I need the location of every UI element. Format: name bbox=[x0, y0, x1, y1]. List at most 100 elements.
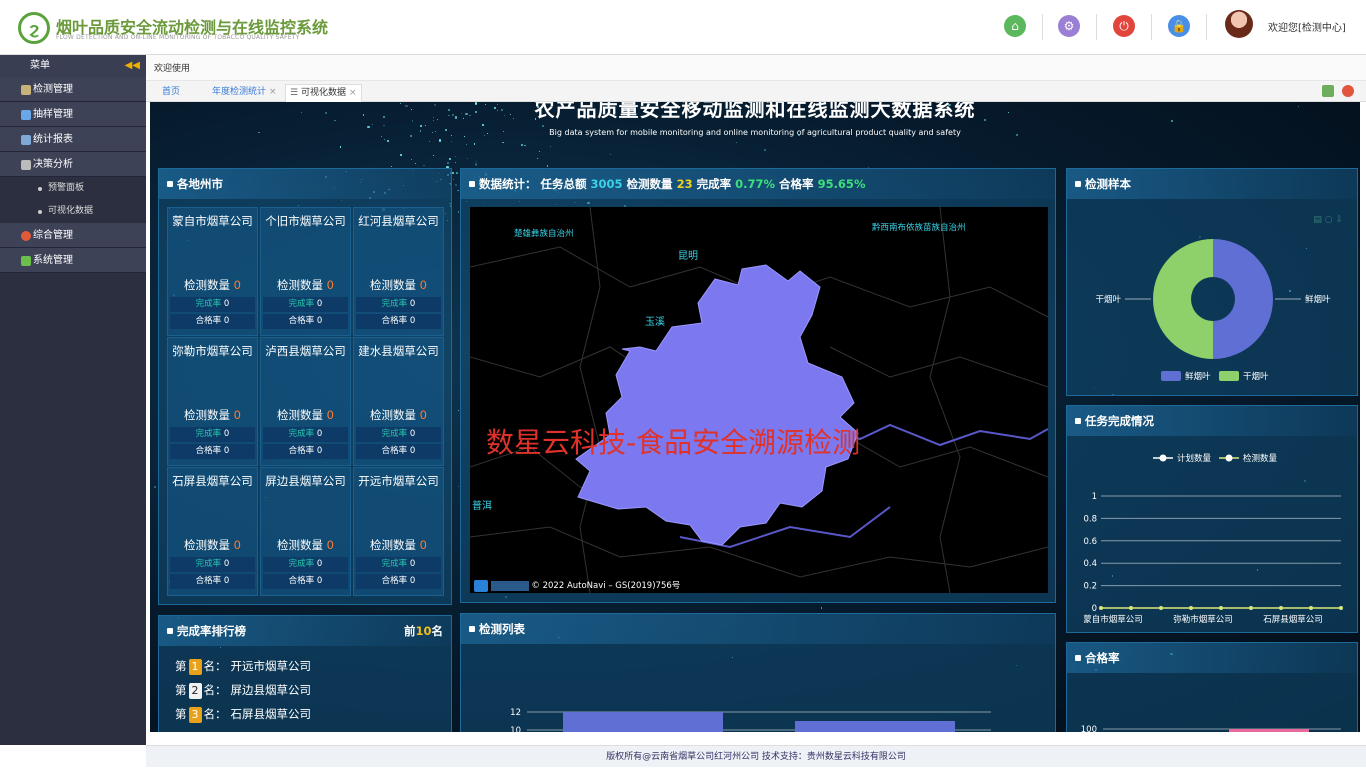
refresh-icon[interactable] bbox=[1322, 85, 1334, 97]
sidebar-item-reports[interactable]: 统计报表 bbox=[0, 127, 146, 152]
legend-label[interactable]: 检测数量 bbox=[1243, 453, 1278, 464]
legend-label[interactable]: 计划数量 bbox=[1177, 453, 1212, 464]
bar[interactable] bbox=[1229, 729, 1309, 732]
tab-label: 年度检测统计 bbox=[212, 87, 267, 97]
data-point[interactable] bbox=[1159, 606, 1163, 610]
settings-icon[interactable]: ⚙ bbox=[1058, 15, 1080, 37]
sidebar-subitem-warning[interactable]: 预警面板 bbox=[0, 177, 146, 200]
star-dot bbox=[764, 149, 766, 151]
legend-label[interactable]: 鲜烟叶 bbox=[1185, 371, 1211, 382]
pie-label: 干烟叶 bbox=[1095, 295, 1121, 305]
city-card[interactable]: 石屏县烟草公司 检测数量 0 完成率 0 合格率 0 bbox=[167, 467, 258, 596]
tab-annual-stats[interactable]: 年度检测统计 × bbox=[208, 84, 281, 102]
data-point[interactable] bbox=[1099, 606, 1103, 610]
city-card[interactable]: 弥勒市烟草公司 检测数量 0 完成率 0 合格率 0 bbox=[167, 337, 258, 466]
city-pass-rate: 合格率 0 bbox=[263, 314, 348, 329]
ranking-item[interactable]: 第 1 名： 开远市烟草公司 bbox=[175, 658, 311, 675]
app-header: ϩ 烟叶品质安全流动检测与在线监控系统 FLOW DETECTION AND O… bbox=[0, 0, 1366, 55]
ranking-item[interactable]: 第 3 名： 石屏县烟草公司 bbox=[175, 706, 311, 723]
legend-label[interactable]: 干烟叶 bbox=[1243, 372, 1269, 382]
bar[interactable] bbox=[795, 721, 955, 732]
city-card[interactable]: 泸西县烟草公司 检测数量 0 完成率 0 合格率 0 bbox=[260, 337, 351, 466]
sidebar-item-decision[interactable]: 决策分析 bbox=[0, 152, 146, 177]
data-point[interactable] bbox=[1129, 606, 1133, 610]
pie-slice[interactable] bbox=[1153, 239, 1213, 359]
data-point[interactable] bbox=[1189, 606, 1193, 610]
count-label: 检测数量 bbox=[370, 538, 416, 552]
task-line-chart: 计划数量 检测数量 1 0.8 0.6 0.4 0.2 0蒙自市烟草公司 弥勒市烟草公司 石屏县烟… bbox=[1083, 453, 1343, 625]
rate-value: 0 bbox=[223, 316, 230, 326]
rate-label: 合格率 bbox=[195, 316, 222, 326]
tab-home[interactable]: 首页 bbox=[158, 84, 184, 102]
panel-title: 检测样本 bbox=[1067, 169, 1357, 199]
ranking-item[interactable]: 第 2 名： 屏边县烟草公司 bbox=[175, 682, 311, 699]
pie-slice[interactable] bbox=[1213, 239, 1273, 359]
welcome-bar: 欢迎使用 bbox=[146, 55, 1366, 81]
collapse-icon[interactable]: ◀◀ bbox=[125, 55, 140, 77]
rate-label: 完成率 bbox=[195, 429, 222, 439]
tab-visual-data[interactable]: ☰ 可视化数据 × bbox=[285, 84, 362, 102]
star-dot bbox=[339, 146, 341, 148]
city-name: 开远市烟草公司 bbox=[358, 474, 439, 488]
city-card[interactable]: 建水县烟草公司 检测数量 0 完成率 0 合格率 0 bbox=[353, 337, 444, 466]
legend-marker bbox=[1159, 454, 1167, 462]
sidebar-item-sampling[interactable]: 抽样管理 bbox=[0, 102, 146, 127]
data-point[interactable] bbox=[1249, 606, 1253, 610]
close-icon[interactable]: × bbox=[349, 88, 357, 98]
count-label: 检测数量 bbox=[370, 408, 416, 422]
rate-value: 0 bbox=[409, 429, 416, 439]
y-tick-label: 12 bbox=[510, 708, 521, 718]
count-label: 检测数量 bbox=[184, 408, 230, 422]
user-greeting[interactable]: 欢迎您[检测中心] bbox=[1268, 19, 1346, 34]
city-card[interactable]: 开远市烟草公司 检测数量 0 完成率 0 合格率 0 bbox=[353, 467, 444, 596]
star-dot bbox=[502, 141, 504, 144]
count-label: 检测数量 bbox=[277, 408, 323, 422]
bar[interactable] bbox=[563, 712, 723, 732]
sidebar-item-detection[interactable]: 检测管理 bbox=[0, 77, 146, 102]
city-completion-rate: 完成率 0 bbox=[170, 297, 255, 312]
star-dot bbox=[454, 161, 456, 163]
city-card[interactable]: 屏边县烟草公司 检测数量 0 完成率 0 合格率 0 bbox=[260, 467, 351, 596]
star-dot bbox=[455, 183, 458, 186]
rate-label: 合格率 bbox=[381, 446, 408, 456]
region-shape[interactable] bbox=[575, 264, 859, 546]
city-card[interactable]: 红河县烟草公司 检测数量 0 完成率 0 合格率 0 bbox=[353, 207, 444, 336]
home-icon[interactable]: ⌂ bbox=[1004, 15, 1026, 37]
rate-label: 完成率 bbox=[381, 429, 408, 439]
sidebar-item-general[interactable]: 综合管理 bbox=[0, 223, 146, 248]
star-dot bbox=[432, 154, 434, 156]
data-point[interactable] bbox=[1339, 606, 1343, 610]
rate-value: 0 bbox=[409, 316, 416, 326]
count-label: 检测数量 bbox=[277, 538, 323, 552]
y-tick-label: 0.6 bbox=[1083, 537, 1097, 547]
power-icon[interactable]: ⏻ bbox=[1113, 15, 1135, 37]
dashboard: 农产品质量安全移动监测和在线监测大数据系统 Big data system fo… bbox=[150, 102, 1360, 732]
rate-value: 0 bbox=[316, 446, 323, 456]
city-card[interactable]: 个旧市烟草公司 检测数量 0 完成率 0 合格率 0 bbox=[260, 207, 351, 336]
rank-suffix: 名： bbox=[203, 707, 227, 721]
rank-suffix: 名： bbox=[203, 683, 227, 697]
topn-prefix: 前 bbox=[403, 624, 416, 638]
y-tick-label: 0.4 bbox=[1083, 559, 1097, 569]
sidebar-item-system[interactable]: 系统管理 bbox=[0, 248, 146, 273]
data-point[interactable] bbox=[1309, 606, 1313, 610]
region-map[interactable]: 楚雄彝族自治州 昆明 黔西南布依族苗族自治州 玉溪 普洱 数星云科技-食品安全溯… bbox=[470, 207, 1048, 593]
completion-value: 0.77% bbox=[735, 177, 776, 191]
star-dot bbox=[453, 178, 455, 180]
star-dot bbox=[455, 172, 458, 175]
lock-icon[interactable]: 🔒 bbox=[1168, 15, 1190, 37]
close-all-icon[interactable] bbox=[1342, 85, 1354, 97]
puzzle-icon bbox=[21, 256, 31, 266]
close-icon[interactable]: × bbox=[269, 87, 277, 97]
city-completion-rate: 完成率 0 bbox=[170, 557, 255, 572]
city-card[interactable]: 蒙自市烟草公司 检测数量 0 完成率 0 合格率 0 bbox=[167, 207, 258, 336]
count-label: 检测数量 bbox=[370, 278, 416, 292]
data-point[interactable] bbox=[1279, 606, 1283, 610]
rank-prefix: 第 bbox=[175, 659, 187, 673]
star-dot bbox=[154, 486, 156, 488]
star-dot bbox=[476, 160, 478, 162]
avatar[interactable] bbox=[1225, 10, 1253, 38]
data-point[interactable] bbox=[1219, 606, 1223, 610]
sidebar-subitem-visual[interactable]: 可视化数据 bbox=[0, 200, 146, 223]
rate-label: 合格率 bbox=[195, 446, 222, 456]
